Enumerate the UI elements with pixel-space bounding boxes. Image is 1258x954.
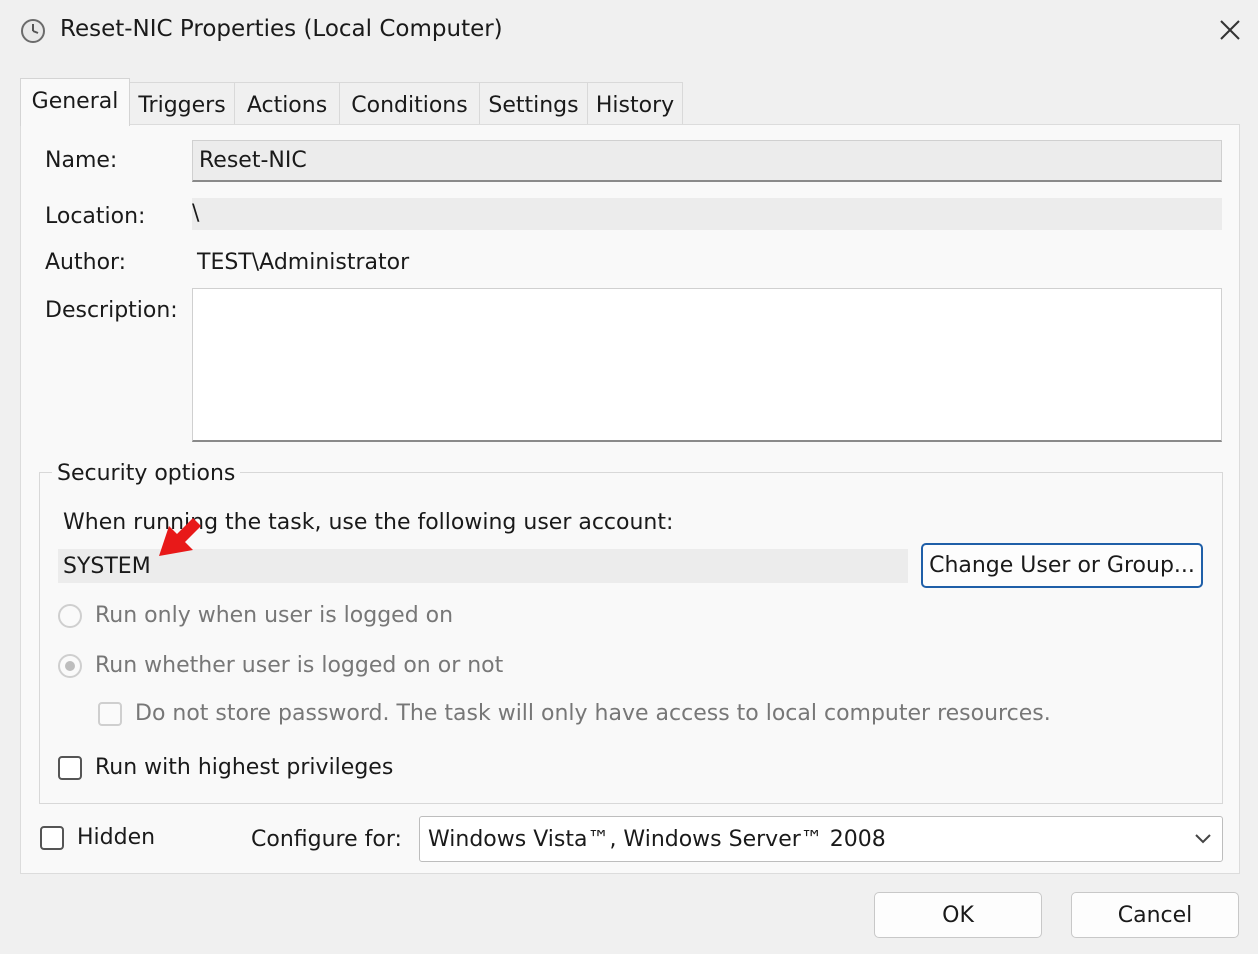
location-label: Location: [45,204,146,229]
tab-conditions[interactable]: Conditions [339,82,480,124]
chevron-down-icon [1195,834,1211,844]
tab-triggers[interactable]: Triggers [129,82,235,124]
configure-for-label: Configure for: [251,827,402,852]
security-options-legend: Security options [52,461,241,486]
highest-privileges-checkbox[interactable] [58,756,82,780]
hidden-checkbox[interactable] [40,826,64,850]
configure-for-value: Windows Vista™, Windows Server™ 2008 [428,827,886,852]
tab-settings[interactable]: Settings [479,82,588,124]
radio-run-whether-logged-on[interactable] [58,654,82,678]
radio-run-only-logged-on-label: Run only when user is logged on [95,603,454,628]
location-field [192,198,1222,230]
author-value: TEST\Administrator [197,250,410,275]
close-icon [1220,20,1240,40]
highest-privileges-label: Run with highest privileges [95,755,394,780]
radio-run-only-logged-on[interactable] [58,604,82,628]
cancel-button[interactable]: Cancel [1071,892,1239,938]
tab-history[interactable]: History [587,82,683,124]
configure-for-select[interactable]: Windows Vista™, Windows Server™ 2008 [419,816,1223,862]
do-not-store-password-checkbox[interactable] [98,702,122,726]
location-value: \ [192,201,200,226]
user-account-value: SYSTEM [63,554,151,579]
author-label: Author: [45,250,127,275]
description-textarea[interactable] [192,288,1222,442]
name-input[interactable] [192,140,1222,182]
close-button[interactable] [1208,10,1252,50]
red-arrow-icon [159,518,201,556]
clock-icon [20,18,46,44]
change-user-or-group-button[interactable]: Change User or Group... [921,543,1203,588]
radio-run-whether-logged-on-label: Run whether user is logged on or not [95,653,504,678]
ok-button[interactable]: OK [874,892,1042,938]
window-title: Reset-NIC Properties (Local Computer) [60,16,503,42]
name-label: Name: [45,148,118,173]
tab-actions[interactable]: Actions [234,82,340,124]
tab-general[interactable]: General [20,78,130,126]
description-label: Description: [45,298,178,323]
hidden-label: Hidden [77,825,156,850]
do-not-store-password-label: Do not store password. The task will onl… [135,701,1051,726]
